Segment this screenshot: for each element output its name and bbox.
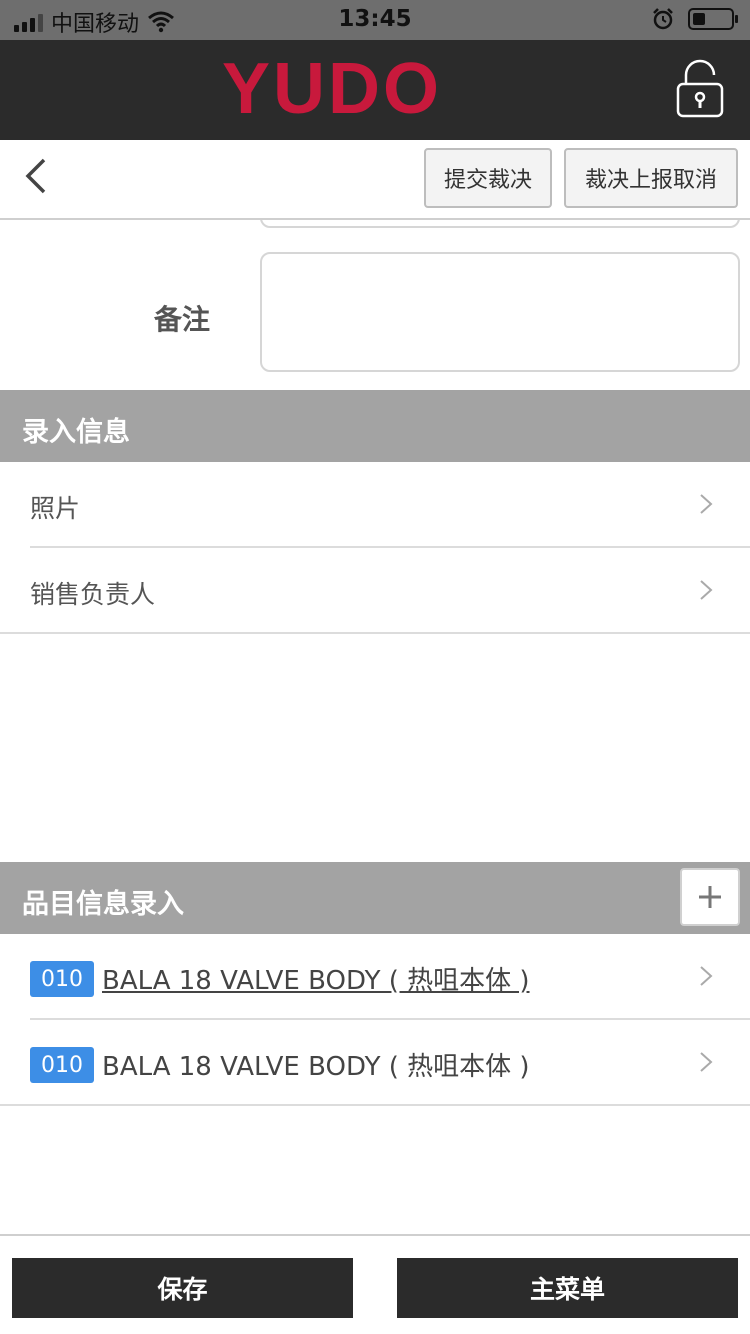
yudo-logo: YUDO	[222, 49, 443, 129]
previous-field[interactable]	[260, 220, 740, 228]
back-icon[interactable]	[22, 156, 52, 196]
list-item-sales-manager[interactable]: 销售负责人	[0, 548, 750, 634]
toolbar: 提交裁决 裁决上报取消	[0, 140, 750, 220]
divider	[0, 1104, 750, 1106]
form-area: 备注	[0, 220, 750, 390]
battery-icon	[688, 8, 738, 30]
alarm-icon	[653, 8, 673, 30]
item-code-badge: 010	[30, 961, 94, 997]
main-menu-button[interactable]: 主菜单	[397, 1258, 738, 1318]
chevron-right-icon	[700, 1052, 713, 1072]
list-item-label: 销售负责人	[30, 580, 156, 609]
remark-label: 备注	[153, 303, 210, 336]
cancel-ruling-report-button[interactable]: 裁决上报取消	[564, 148, 738, 208]
section-title: 品目信息录入	[22, 889, 184, 920]
item-name[interactable]: BALA 18 VALVE BODY ( 热咀本体 )	[102, 960, 530, 997]
chevron-right-icon	[700, 966, 713, 986]
chevron-right-icon	[700, 580, 713, 600]
bottom-bar: 保存 主菜单	[0, 1234, 750, 1334]
app-header: YUDO	[0, 40, 750, 140]
item-info-section-header: 品目信息录入	[0, 862, 750, 934]
item-name[interactable]: BALA 18 VALVE BODY ( 热咀本体 )	[102, 1046, 530, 1083]
status-time: 13:45	[338, 6, 412, 32]
chevron-right-icon	[700, 494, 713, 514]
divider	[0, 632, 750, 634]
remark-input[interactable]	[260, 252, 740, 372]
input-info-section-header: 录入信息	[0, 390, 750, 462]
unlock-icon[interactable]	[676, 58, 724, 118]
save-button[interactable]: 保存	[12, 1258, 353, 1318]
list-item-photo[interactable]: 照片	[0, 462, 750, 548]
plus-icon	[699, 886, 721, 908]
item-row[interactable]: 010 BALA 18 VALVE BODY ( 热咀本体 )	[0, 1020, 750, 1106]
item-row[interactable]: 010 BALA 18 VALVE BODY ( 热咀本体 )	[0, 934, 750, 1020]
section-title: 录入信息	[22, 417, 130, 448]
status-bar: 中国移动 13:45	[0, 0, 750, 40]
submit-ruling-button[interactable]: 提交裁决	[424, 148, 552, 208]
item-code-badge: 010	[30, 1047, 94, 1083]
list-item-label: 照片	[30, 494, 81, 523]
add-item-button[interactable]	[680, 868, 740, 926]
